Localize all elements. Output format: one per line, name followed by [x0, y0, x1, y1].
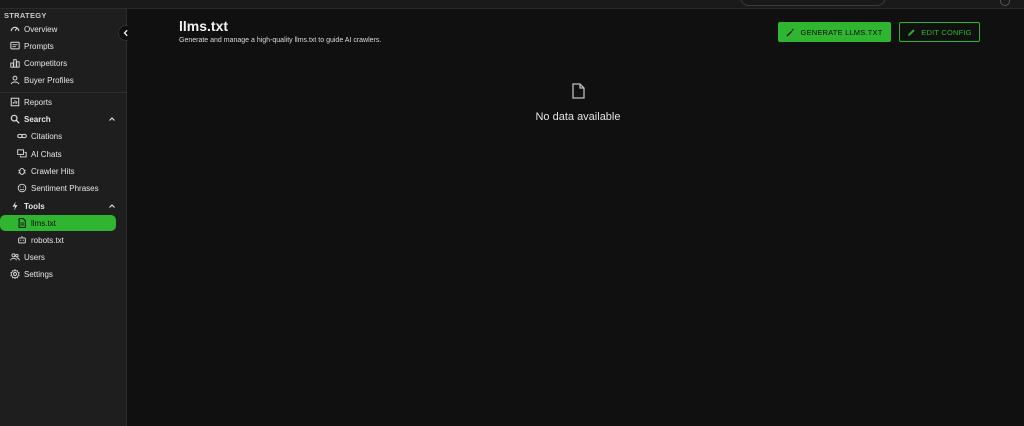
sidebar-item-label: Sentiment Phrases — [31, 183, 99, 193]
pencil-icon — [908, 28, 915, 36]
sidebar-item-label: Reports — [24, 97, 53, 107]
top-bar — [0, 0, 1024, 9]
sidebar-item-label: robots.txt — [31, 235, 64, 245]
chevron-up-icon[interactable] — [107, 114, 117, 124]
sidebar-item-label: llms.txt — [31, 218, 56, 228]
sidebar-item-label: Crawler Hits — [31, 166, 75, 176]
sidebar-item-users[interactable]: Users — [9, 249, 119, 265]
sidebar-item-robots-txt[interactable]: robots.txt — [16, 232, 116, 248]
sidebar-item-overview[interactable]: Overview — [9, 21, 119, 37]
sidebar-divider — [0, 92, 127, 93]
magic-wand-icon — [786, 27, 795, 37]
person-icon — [9, 75, 20, 86]
sidebar-section-label: STRATEGY — [4, 11, 47, 20]
empty-state-message: No data available — [535, 111, 621, 123]
sidebar-group-search[interactable]: Search — [9, 111, 117, 127]
sidebar-item-label: Overview — [24, 24, 58, 34]
sidebar-item-buyer-profiles[interactable]: Buyer Profiles — [9, 72, 119, 88]
main-content: llms.txt Generate and manage a high-qual… — [128, 9, 1024, 426]
sidebar-group-tools[interactable]: Tools — [9, 198, 117, 214]
page-title: llms.txt — [179, 18, 229, 34]
sidebar-group-label: Search — [24, 114, 51, 124]
sidebar-item-label: Buyer Profiles — [24, 75, 74, 85]
chat-icon — [16, 149, 27, 160]
page-subtitle: Generate and manage a high-quality llms.… — [179, 37, 382, 44]
prompts-icon — [9, 41, 20, 52]
sidebar-item-label: AI Chats — [31, 149, 62, 159]
edit-button-label: EDIT CONFIG — [921, 27, 972, 37]
sidebar-item-sentiment-phrases[interactable]: Sentiment Phrases — [16, 180, 116, 196]
gear-icon — [9, 269, 20, 280]
smile-icon — [16, 183, 27, 194]
sidebar-item-label: Settings — [24, 269, 53, 279]
generate-llms-txt-button[interactable]: GENERATE LLMS.TXT — [778, 22, 891, 42]
sidebar-item-competitors[interactable]: Competitors — [9, 55, 119, 71]
top-search-field[interactable] — [740, 0, 886, 6]
edit-config-button[interactable]: EDIT CONFIG — [899, 22, 980, 42]
sidebar-item-label: Competitors — [24, 58, 68, 68]
sidebar-item-citations[interactable]: Citations — [16, 128, 116, 144]
sidebar-item-llms-txt[interactable]: llms.txt — [0, 215, 116, 231]
users-icon — [9, 252, 20, 263]
document-icon — [572, 83, 585, 99]
sidebar-item-ai-chats[interactable]: AI Chats — [16, 146, 116, 162]
sidebar: STRATEGY Overview Prompts Competitors Bu… — [0, 9, 127, 426]
reports-icon — [9, 97, 20, 108]
competitors-icon — [9, 58, 20, 69]
search-icon — [9, 114, 20, 125]
dashboard-icon — [9, 24, 20, 35]
bug-icon — [16, 166, 27, 177]
sidebar-item-label: Citations — [31, 131, 63, 141]
robot-icon — [16, 235, 27, 246]
chevron-up-icon[interactable] — [107, 201, 117, 211]
sidebar-group-label: Tools — [24, 201, 45, 211]
sidebar-item-prompts[interactable]: Prompts — [9, 38, 119, 54]
sidebar-item-settings[interactable]: Settings — [9, 266, 119, 282]
sidebar-item-reports[interactable]: Reports — [9, 94, 119, 110]
top-status-icon[interactable] — [1000, 0, 1010, 6]
bolt-icon — [9, 201, 20, 212]
generate-button-label: GENERATE LLMS.TXT — [800, 27, 883, 37]
link-icon — [16, 131, 27, 142]
file-icon — [16, 218, 27, 229]
sidebar-item-label: Prompts — [24, 41, 54, 51]
sidebar-item-label: Users — [24, 252, 45, 262]
sidebar-item-crawler-hits[interactable]: Crawler Hits — [16, 163, 116, 179]
